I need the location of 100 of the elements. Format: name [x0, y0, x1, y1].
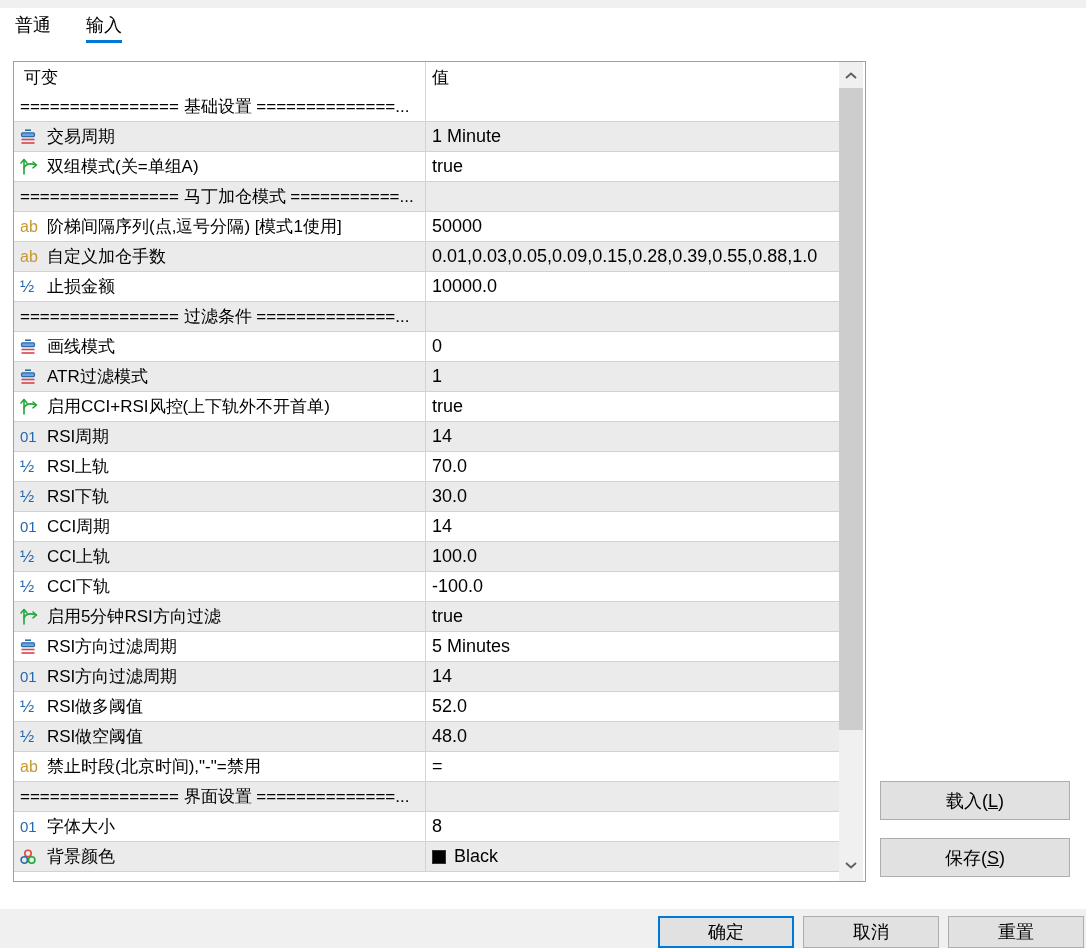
fraction-icon: ½ — [20, 698, 35, 715]
parameter-value: 8 — [432, 816, 442, 837]
table-row[interactable]: ½ RSI上轨 70.0 — [14, 452, 839, 482]
scrollbar-thumb[interactable] — [839, 88, 863, 730]
table-row[interactable]: ab 自定义加仓手数 0.01,0.03,0.05,0.09,0.15,0.28,0.39,0.55,0.88,1.0 — [14, 242, 839, 272]
parameter-name: 阶梯间隔序列(点,逗号分隔) [模式1使用] — [47, 216, 342, 238]
fraction-icon: ½ — [20, 488, 35, 505]
parameter-value: true — [432, 606, 464, 627]
parameter-name: RSI做空阈值 — [47, 726, 144, 748]
parameter-name: 背景颜色 — [47, 846, 115, 868]
digits-icon: 01 — [20, 818, 37, 835]
table-row[interactable]: ab 阶梯间隔序列(点,逗号分隔) [模式1使用] 50000 — [14, 212, 839, 242]
digits-icon: 01 — [20, 668, 37, 685]
fraction-icon: ½ — [20, 548, 35, 565]
table-row[interactable]: 双组模式(关=单组A) true — [14, 152, 839, 182]
table-row[interactable]: ½ CCI下轨 -100.0 — [14, 572, 839, 602]
tab[interactable]: 普通 — [15, 8, 51, 43]
table-row[interactable]: 画线模式 0 — [14, 332, 839, 362]
parameter-value: 0.01,0.03,0.05,0.09,0.15,0.28,0.39,0.55,0.88,1.0 — [432, 246, 818, 267]
table-row[interactable]: ATR过滤模式 1 — [14, 362, 839, 392]
parameter-name: CCI周期 — [47, 516, 111, 538]
section-row[interactable]: ================ 马丁加仓模式 ===========... — [14, 182, 839, 212]
fraction-icon: ½ — [20, 458, 35, 475]
letters-icon: ab — [20, 758, 38, 775]
parameter-value: 14 — [432, 516, 453, 537]
stacked-bars-icon — [20, 368, 36, 385]
parameter-value: 5 Minutes — [432, 636, 511, 657]
parameter-value: 30.0 — [432, 486, 468, 507]
parameter-value: 48.0 — [432, 726, 468, 747]
stacked-bars-icon — [20, 638, 36, 655]
three-circles-icon — [20, 848, 36, 865]
parameter-value: 52.0 — [432, 696, 468, 717]
table-row[interactable]: ½ RSI做多阈值 52.0 — [14, 692, 839, 722]
parameter-value: 1 — [432, 366, 442, 387]
parameter-value: = — [432, 756, 443, 777]
parameter-name: RSI下轨 — [47, 486, 110, 508]
section-heading: ================ 界面设置 ==============... — [20, 786, 410, 808]
column-header[interactable]: 可变 — [24, 65, 58, 89]
section-heading: ================ 马丁加仓模式 ===========... — [20, 186, 414, 208]
parameter-name: ATR过滤模式 — [47, 366, 148, 388]
table-row[interactable]: ½ 止损金额 10000.0 — [14, 272, 839, 302]
parameter-name: 双组模式(关=单组A) — [47, 156, 199, 178]
parameter-name: 止损金额 — [47, 276, 115, 298]
parameter-name: 自定义加仓手数 — [47, 246, 166, 268]
parameter-value: true — [432, 396, 464, 417]
parameter-value: 100.0 — [432, 546, 478, 567]
table-row[interactable]: RSI方向过滤周期 5 Minutes — [14, 632, 839, 662]
tab[interactable]: 输入 — [86, 8, 122, 43]
parameter-value: 0 — [432, 336, 442, 357]
table-row[interactable]: ab 禁止时段(北京时间),"-"=禁用 = — [14, 752, 839, 782]
parameter-name: 禁止时段(北京时间),"-"=禁用 — [47, 756, 261, 778]
parameter-name: CCI上轨 — [47, 546, 111, 568]
table-row[interactable]: 交易周期 1 Minute — [14, 122, 839, 152]
section-heading: ================ 基础设置 ==============... — [20, 96, 410, 118]
parameter-name: CCI下轨 — [47, 576, 111, 598]
parameter-value: 50000 — [432, 216, 483, 237]
letters-icon: ab — [20, 218, 38, 235]
parameter-value: Black — [454, 846, 498, 867]
branch-arrow-icon — [20, 398, 38, 415]
stacked-bars-icon — [20, 128, 36, 145]
table-row[interactable]: ½ RSI下轨 30.0 — [14, 482, 839, 512]
parameter-name: RSI方向过滤周期 — [47, 666, 178, 688]
stacked-bars-icon — [20, 338, 36, 355]
letters-icon: ab — [20, 248, 38, 265]
table-row[interactable]: 01 CCI周期 14 — [14, 512, 839, 542]
table-row[interactable]: 01 RSI方向过滤周期 14 — [14, 662, 839, 692]
parameter-name: 启用5分钟RSI方向过滤 — [47, 606, 221, 628]
branch-arrow-icon — [20, 608, 38, 625]
dialog-button[interactable]: 确定 — [658, 916, 794, 948]
parameter-value: 14 — [432, 426, 453, 447]
parameter-value: true — [432, 156, 464, 177]
fraction-icon: ½ — [20, 278, 35, 295]
digits-icon: 01 — [20, 428, 37, 445]
parameter-value: -100.0 — [432, 576, 484, 597]
chevron-up-icon[interactable] — [845, 71, 857, 79]
section-row[interactable]: ================ 过滤条件 ==============... — [14, 302, 839, 332]
parameter-name: 画线模式 — [47, 336, 115, 358]
digits-icon: 01 — [20, 518, 37, 535]
table-row[interactable]: 01 RSI周期 14 — [14, 422, 839, 452]
table-row[interactable]: 启用CCI+RSI风控(上下轨外不开首单) true — [14, 392, 839, 422]
side-button[interactable]: 载入(L) — [880, 781, 1070, 820]
parameter-name: 启用CCI+RSI风控(上下轨外不开首单) — [47, 396, 330, 418]
table-row[interactable]: 背景颜色 Black — [14, 842, 839, 872]
fraction-icon: ½ — [20, 728, 35, 745]
parameter-value: 14 — [432, 666, 453, 687]
dialog-button[interactable]: 取消 — [803, 916, 939, 948]
chevron-down-icon[interactable] — [845, 861, 857, 869]
branch-arrow-icon — [20, 158, 38, 175]
table-row[interactable]: 启用5分钟RSI方向过滤 true — [14, 602, 839, 632]
table-row[interactable]: ½ CCI上轨 100.0 — [14, 542, 839, 572]
dialog-button[interactable]: 重置 — [948, 916, 1084, 948]
parameter-name: 字体大小 — [47, 816, 115, 838]
table-row[interactable]: 01 字体大小 8 — [14, 812, 839, 842]
parameter-value: 1 Minute — [432, 126, 502, 147]
parameter-value: 10000.0 — [432, 276, 498, 297]
table-row[interactable]: ½ RSI做空阈值 48.0 — [14, 722, 839, 752]
column-header[interactable]: 值 — [432, 65, 449, 89]
section-row[interactable]: ================ 界面设置 ==============... — [14, 782, 839, 812]
fraction-icon: ½ — [20, 578, 35, 595]
side-button[interactable]: 保存(S) — [880, 838, 1070, 877]
